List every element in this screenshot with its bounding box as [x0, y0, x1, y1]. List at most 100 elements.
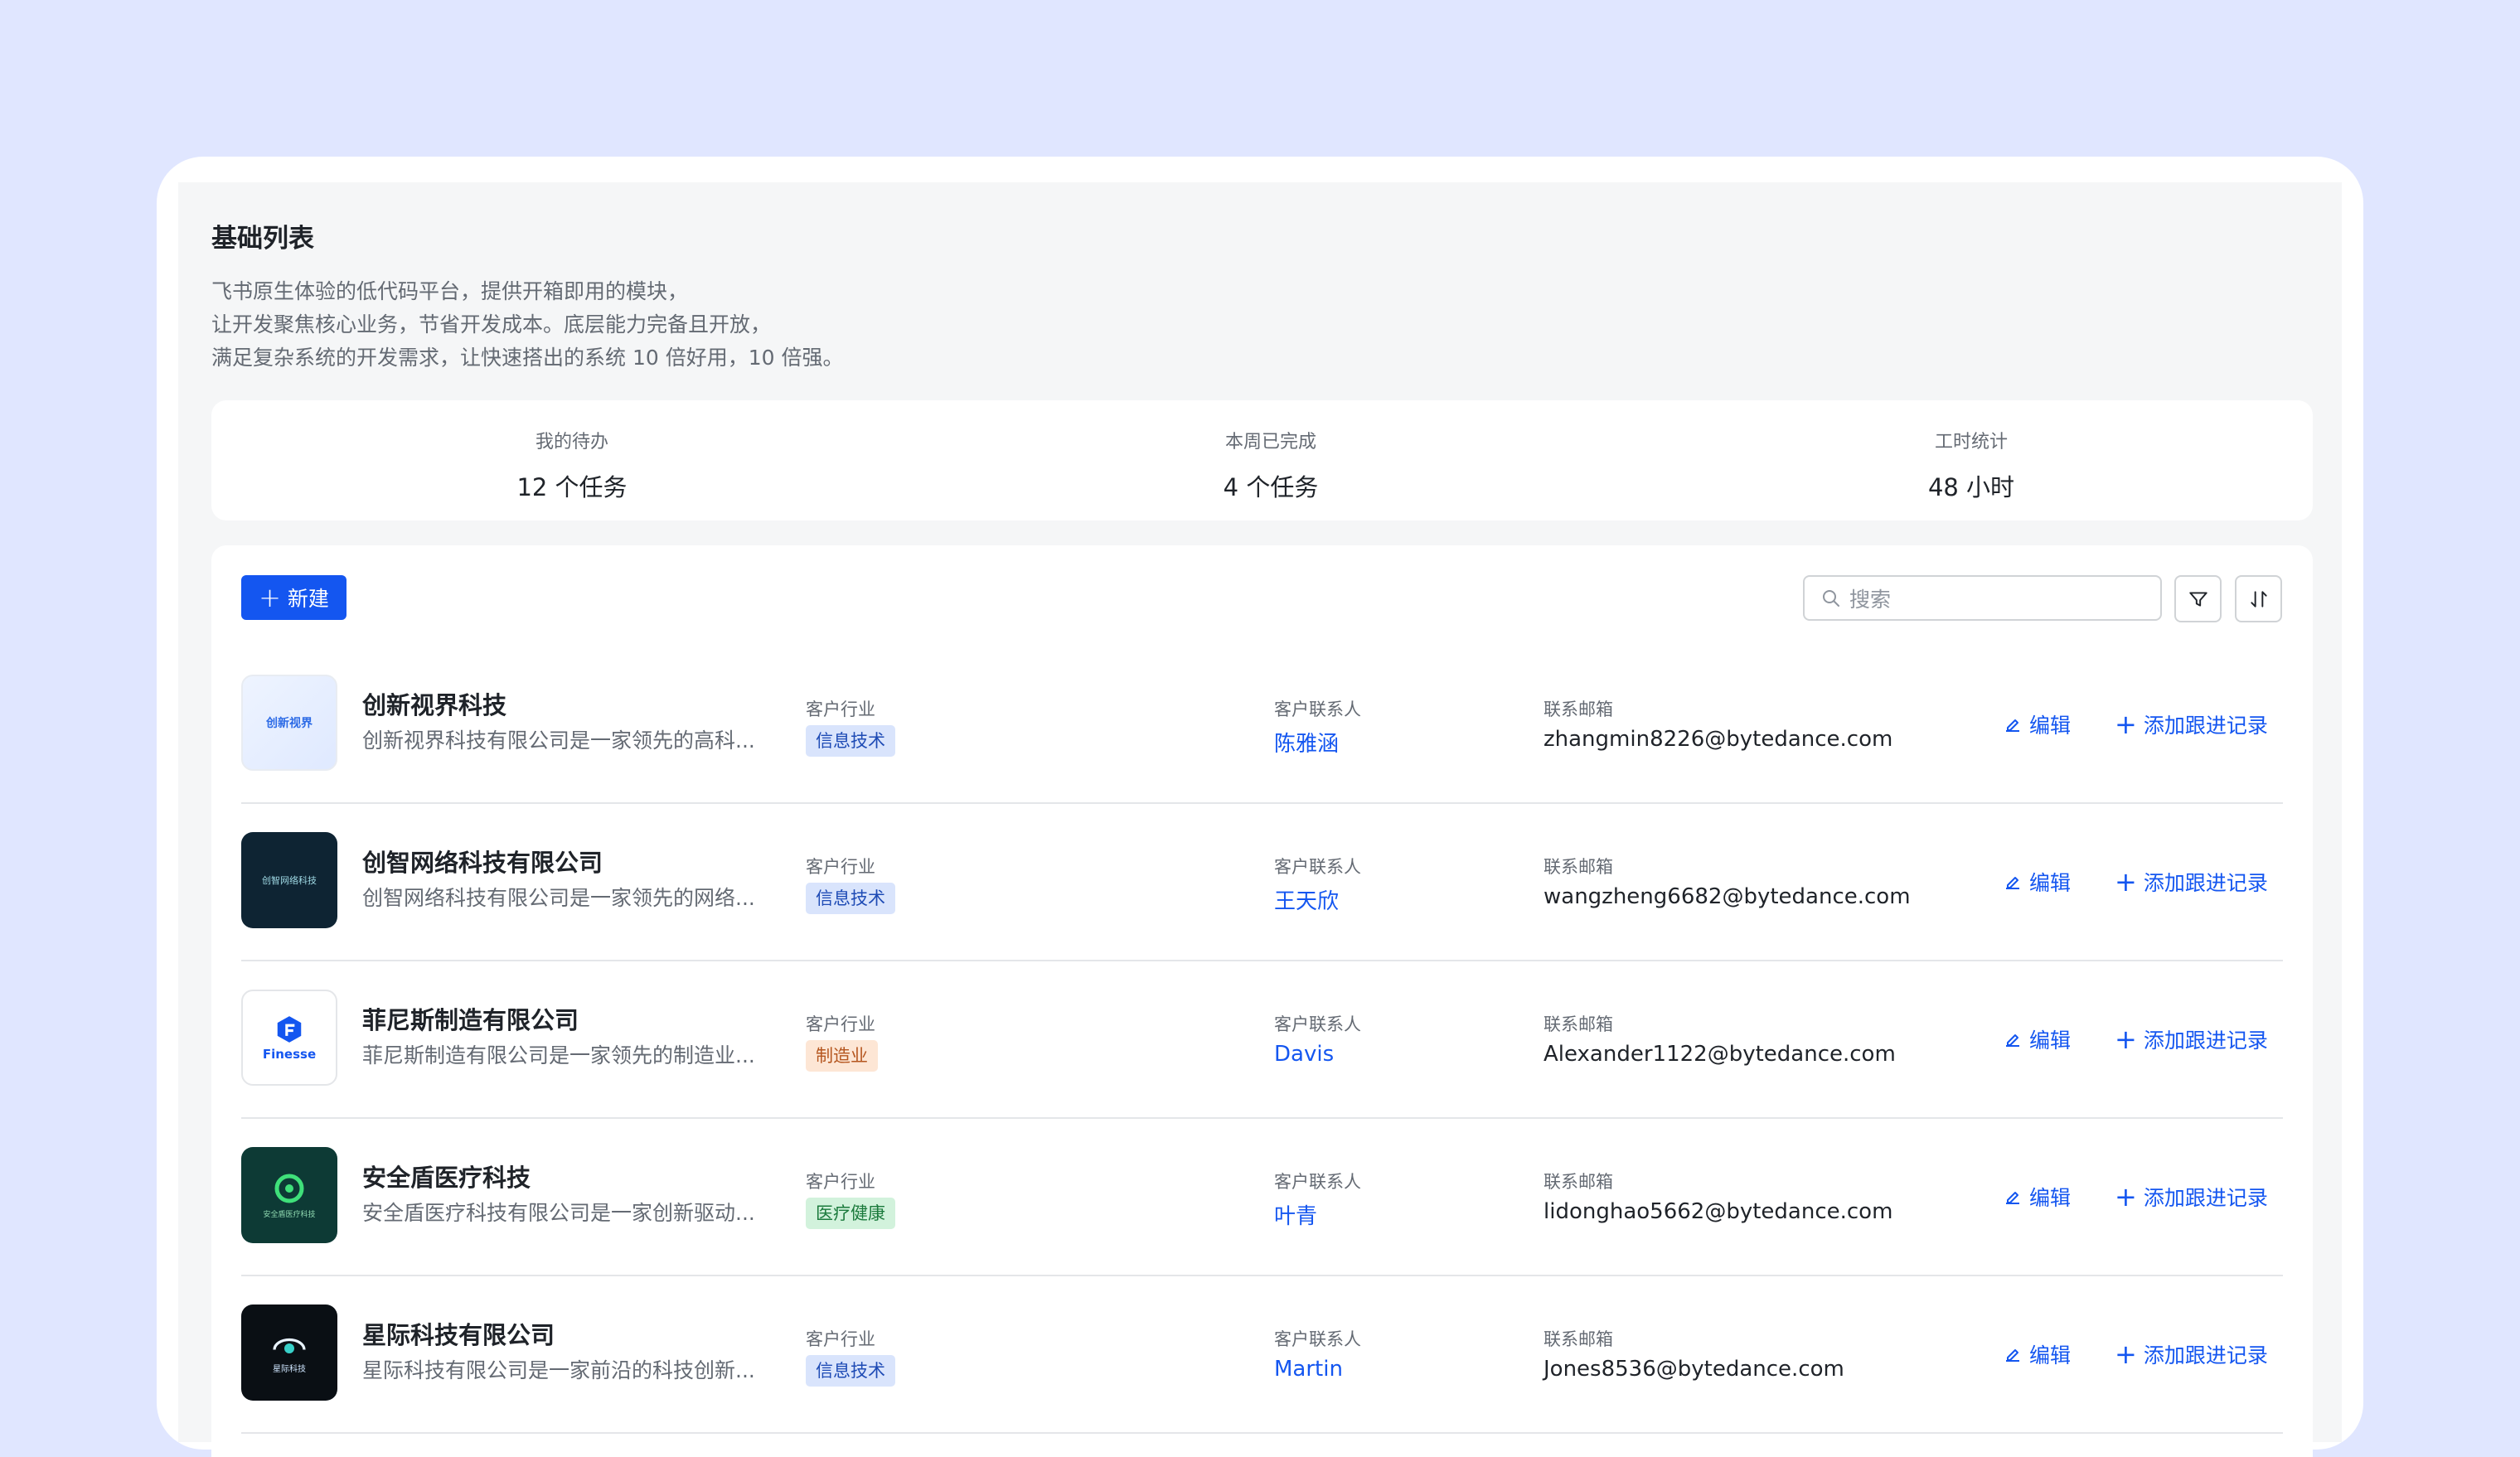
logo-wordmark: Finesse — [262, 1047, 317, 1062]
add-record-button[interactable]: + 添加跟进记录 — [2115, 867, 2268, 897]
stat-value: 48 小时 — [1927, 473, 2015, 501]
list-item: 创智网络科技 创智网络科技有限公司 创智网络科技有限公司是一家领先的网络... … — [241, 802, 2283, 961]
industry-label: 客户行业 — [806, 699, 875, 719]
company-logo: 星际科技 — [241, 1305, 337, 1401]
new-button-label: 新建 — [287, 587, 329, 611]
edit-icon — [2006, 1034, 2019, 1047]
contact-link[interactable]: 叶青 — [1274, 1199, 1317, 1230]
industry-tag: 制造业 — [806, 1040, 878, 1072]
edit-icon — [2006, 719, 2019, 732]
contact-label: 客户联系人 — [1274, 1329, 1361, 1349]
list-item: 创新视界 创新视界科技 创新视界科技有限公司是一家领先的高科... 客户行业 信… — [241, 645, 2283, 804]
company-brief: 安全盾医疗科技有限公司是一家创新驱动... — [362, 1201, 755, 1225]
contact-label: 客户联系人 — [1274, 857, 1361, 877]
edit-label: 编辑 — [2029, 1029, 2072, 1053]
company-name[interactable]: 菲尼斯制造有限公司 — [362, 1001, 579, 1036]
stat-label: 我的待办 — [535, 432, 608, 453]
add-record-label: 添加跟进记录 — [2143, 871, 2268, 895]
edit-label: 编辑 — [2029, 1343, 2072, 1367]
company-logo: 创新视界 — [241, 675, 337, 771]
plus-icon: + — [259, 582, 281, 613]
industry-tag: 医疗健康 — [806, 1198, 895, 1229]
page-description: 飞书原生体验的低代码平台，提供开箱即用的模块， 让开发聚焦核心业务，节省开发成本… — [211, 275, 843, 375]
contact-link[interactable]: 王天欣 — [1274, 884, 1339, 915]
industry-tag: 信息技术 — [806, 883, 895, 914]
email-value: Alexander1122@bytedance.com — [1544, 1042, 1896, 1067]
contact-label: 客户联系人 — [1274, 1172, 1361, 1192]
company-name[interactable]: 创智网络科技有限公司 — [362, 844, 603, 879]
company-brief: 创智网络科技有限公司是一家领先的网络... — [362, 886, 755, 910]
email-label: 联系邮箱 — [1544, 699, 1613, 719]
edit-icon — [2006, 877, 2019, 889]
email-value: wangzheng6682@bytedance.com — [1544, 884, 1911, 909]
edit-button[interactable]: 编辑 — [2003, 1182, 2071, 1212]
industry-label: 客户行业 — [806, 1014, 875, 1034]
industry-tag: 信息技术 — [806, 1355, 895, 1387]
email-value: lidonghao5662@bytedance.com — [1544, 1199, 1893, 1224]
company-brief: 星际科技有限公司是一家前沿的科技创新... — [362, 1358, 755, 1382]
plus-icon: + — [2115, 1338, 2137, 1370]
page-container: 基础列表 飞书原生体验的低代码平台，提供开箱即用的模块， 让开发聚焦核心业务，节… — [178, 182, 2342, 1457]
add-record-button[interactable]: + 添加跟进记录 — [2115, 1182, 2268, 1212]
finesse-logo-icon — [277, 1016, 302, 1043]
industry-label: 客户行业 — [806, 1172, 875, 1192]
contact-link[interactable]: 陈雅涵 — [1274, 727, 1339, 758]
edit-icon — [2006, 1349, 2019, 1362]
edit-button[interactable]: 编辑 — [2003, 709, 2071, 739]
contact-label: 客户联系人 — [1274, 1014, 1361, 1034]
filter-icon — [2188, 591, 2207, 607]
company-name[interactable]: 星际科技有限公司 — [362, 1316, 555, 1351]
plus-icon: + — [2115, 1181, 2137, 1213]
edit-label: 编辑 — [2029, 1186, 2072, 1210]
sort-button[interactable] — [2235, 575, 2282, 622]
stat-completed: 本周已完成 4 个任务 — [1105, 427, 1437, 503]
sort-icon — [2250, 590, 2267, 607]
stat-todo: 我的待办 12 个任务 — [406, 427, 738, 503]
email-label: 联系邮箱 — [1544, 857, 1613, 877]
edit-button[interactable]: 编辑 — [2003, 867, 2071, 897]
plus-icon: + — [2115, 709, 2137, 740]
add-record-button[interactable]: + 添加跟进记录 — [2115, 709, 2268, 739]
edit-button[interactable]: 编辑 — [2003, 1339, 2071, 1369]
new-button[interactable]: + 新建 — [241, 575, 346, 620]
search-icon — [1823, 589, 1839, 607]
plus-icon: + — [2115, 866, 2137, 898]
email-label: 联系邮箱 — [1544, 1014, 1613, 1034]
edit-icon — [2006, 1192, 2019, 1204]
company-brief: 菲尼斯制造有限公司是一家领先的制造业... — [362, 1043, 755, 1067]
edit-label: 编辑 — [2029, 871, 2072, 895]
contact-link[interactable]: Martin — [1274, 1357, 1343, 1382]
list-item: Finesse 菲尼斯制造有限公司 菲尼斯制造有限公司是一家领先的制造业... … — [241, 960, 2283, 1119]
add-record-label: 添加跟进记录 — [2143, 714, 2268, 738]
contact-label: 客户联系人 — [1274, 699, 1361, 719]
company-brief: 创新视界科技有限公司是一家领先的高科... — [362, 728, 755, 753]
company-logo: 创智网络科技 — [241, 832, 337, 928]
logo-wordmark: 星际科技 — [273, 1364, 306, 1374]
shield-logo-icon — [274, 1174, 304, 1203]
company-name[interactable]: 创新视界科技 — [362, 686, 506, 721]
industry-tag: 信息技术 — [806, 725, 895, 757]
email-label: 联系邮箱 — [1544, 1329, 1613, 1349]
add-record-button[interactable]: + 添加跟进记录 — [2115, 1339, 2268, 1369]
edit-button[interactable]: 编辑 — [2003, 1024, 2071, 1054]
description-line: 让开发聚焦核心业务，节省开发成本。底层能力完备且开放， — [211, 312, 772, 336]
filter-button[interactable] — [2174, 575, 2222, 622]
plus-icon: + — [2115, 1024, 2137, 1055]
search-placeholder: 搜索 — [1849, 587, 1892, 612]
list-item: 星际科技 星际科技有限公司 星际科技有限公司是一家前沿的科技创新... 客户行业… — [241, 1275, 2283, 1434]
add-record-label: 添加跟进记录 — [2143, 1029, 2268, 1053]
email-value: Jones8536@bytedance.com — [1544, 1357, 1844, 1382]
planet-logo-icon — [273, 1338, 306, 1353]
stat-value: 4 个任务 — [1223, 473, 1319, 501]
add-record-label: 添加跟进记录 — [2143, 1186, 2268, 1210]
search-input[interactable]: 搜索 — [1803, 575, 2162, 621]
logo-wordmark: 创智网络科技 — [262, 875, 317, 886]
company-logo: Finesse — [241, 990, 337, 1086]
contact-link[interactable]: Davis — [1274, 1042, 1334, 1067]
description-line: 满足复杂系统的开发需求，让快速搭出的系统 10 倍好用，10 倍强。 — [211, 346, 844, 370]
company-name[interactable]: 安全盾医疗科技 — [362, 1159, 531, 1193]
stat-label: 本周已完成 — [1224, 432, 1316, 453]
add-record-label: 添加跟进记录 — [2143, 1343, 2268, 1367]
stat-hours: 工时统计 48 小时 — [1805, 427, 2137, 503]
add-record-button[interactable]: + 添加跟进记录 — [2115, 1024, 2268, 1054]
